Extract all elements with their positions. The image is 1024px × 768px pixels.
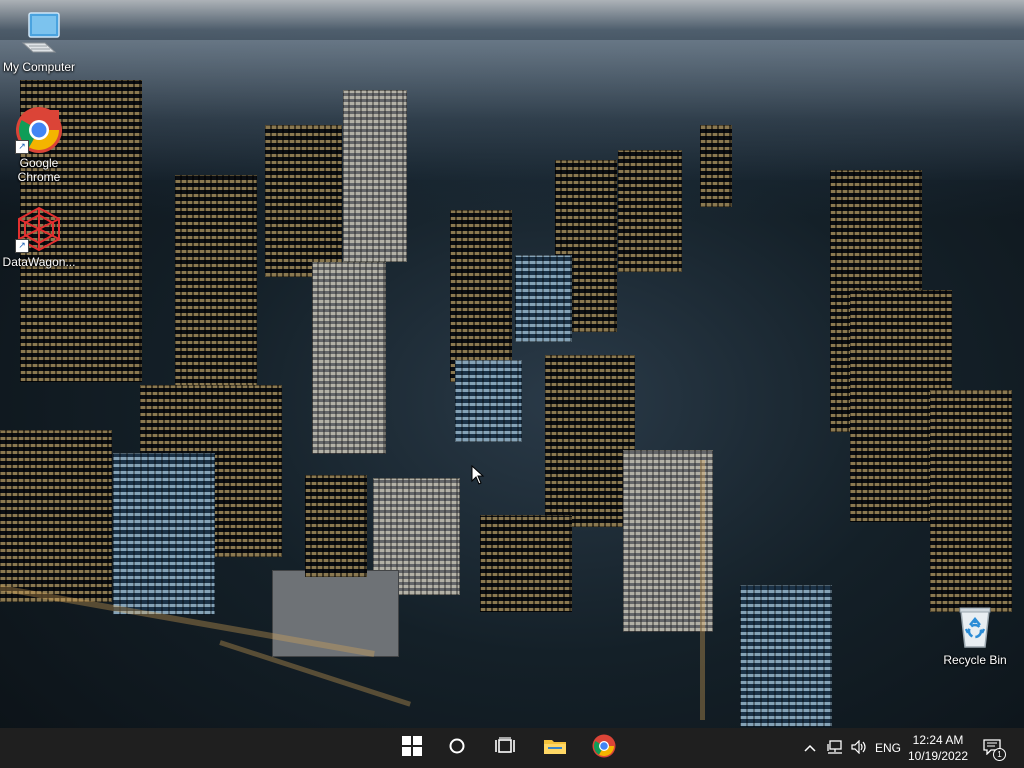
building — [265, 125, 342, 277]
windows-start-icon — [402, 735, 422, 761]
taskbar-google-chrome[interactable] — [580, 728, 628, 768]
desktop-icon-google-chrome[interactable]: ↗ Google Chrome — [1, 106, 77, 184]
chrome-icon — [592, 734, 616, 763]
volume-button[interactable] — [848, 728, 870, 768]
notification-icon: 1 — [983, 739, 1006, 761]
task-view-button[interactable] — [481, 728, 529, 768]
desktop-icon-label: Recycle Bin — [943, 653, 1007, 667]
building — [0, 430, 112, 602]
recycle-bin-icon — [951, 603, 999, 651]
search-circle-icon — [448, 737, 466, 760]
datawagon-icon: ↗ — [15, 205, 63, 253]
search-button[interactable] — [433, 728, 481, 768]
building — [930, 390, 1012, 612]
desktop-icon-label: My Computer — [2, 60, 76, 74]
building — [515, 255, 572, 342]
tray-overflow-button[interactable] — [800, 728, 820, 768]
building — [450, 210, 512, 382]
taskbar-file-explorer[interactable] — [531, 728, 579, 768]
notification-center-button[interactable]: 1 — [978, 728, 1008, 768]
desktop-icon-recycle-bin[interactable]: Recycle Bin — [937, 603, 1013, 667]
building — [343, 90, 407, 262]
building — [113, 453, 215, 615]
building — [700, 125, 732, 207]
notification-count-badge: 1 — [993, 748, 1006, 761]
shortcut-arrow-icon: ↗ — [15, 140, 29, 154]
taskbar: ENG 12:24 AM 10/19/2022 1 — [0, 728, 1024, 768]
shortcut-arrow-icon: ↗ — [15, 239, 29, 253]
volume-icon — [851, 739, 867, 757]
mouse-cursor-icon — [471, 464, 485, 490]
start-button[interactable] — [388, 728, 436, 768]
building — [545, 355, 635, 527]
chevron-up-icon — [804, 741, 816, 755]
building — [175, 175, 257, 387]
building — [740, 585, 832, 727]
folder-icon — [543, 736, 567, 761]
road-lights — [700, 460, 705, 720]
building — [312, 262, 386, 454]
desktop-wallpaper[interactable]: My Computer ↗ Google Chrome ↗ DataWagon.… — [0, 0, 1024, 728]
building — [480, 515, 572, 612]
building — [455, 360, 522, 442]
desktop-icon-label: Google Chrome — [17, 156, 61, 184]
network-button[interactable] — [824, 728, 846, 768]
city-horizon — [0, 40, 1024, 180]
clock-date: 10/19/2022 — [907, 749, 969, 763]
computer-icon — [15, 10, 63, 58]
desktop-icon-datawagon[interactable]: ↗ DataWagon... — [1, 205, 77, 269]
network-icon — [827, 739, 843, 757]
chrome-icon: ↗ — [15, 106, 63, 154]
desktop-icon-my-computer[interactable]: My Computer — [1, 10, 77, 74]
task-view-icon — [495, 736, 515, 760]
building — [618, 150, 682, 272]
clock-button[interactable]: 12:24 AM 10/19/2022 — [905, 728, 971, 768]
building — [305, 475, 367, 577]
language-indicator[interactable]: ENG — [873, 728, 903, 768]
clock-time: 12:24 AM — [912, 733, 964, 747]
desktop-icon-label: DataWagon... — [2, 255, 76, 269]
